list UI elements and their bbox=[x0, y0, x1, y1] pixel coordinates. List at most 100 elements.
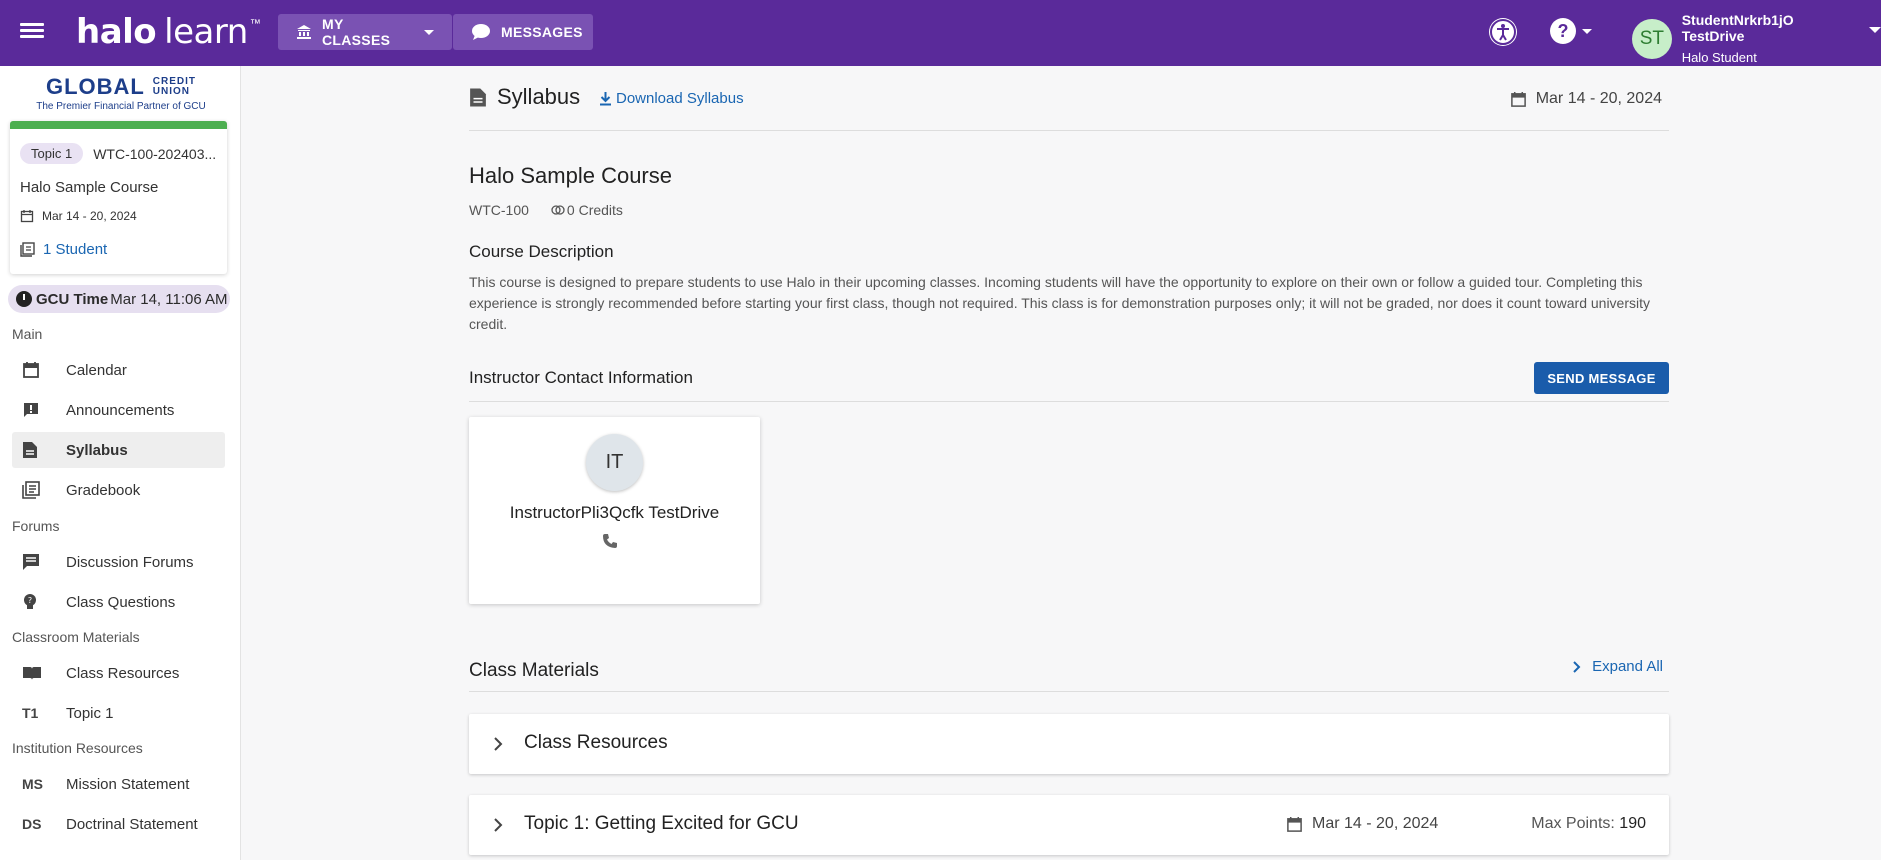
credits-icon bbox=[551, 205, 565, 215]
my-classes-button[interactable]: MY CLASSES bbox=[278, 14, 452, 50]
accessibility-icon[interactable] bbox=[1489, 18, 1517, 46]
menu-icon[interactable] bbox=[20, 20, 44, 44]
doctrinal-abbr: DS bbox=[22, 816, 42, 832]
class-materials-header: Class Materials Expand All bbox=[469, 656, 1669, 692]
institution-icon bbox=[296, 24, 312, 40]
instructor-heading: Instructor Contact Information bbox=[469, 368, 693, 387]
section-main: Main bbox=[12, 326, 43, 342]
sidebar-item-mission-statement[interactable]: MS Mission Statement bbox=[12, 766, 225, 802]
sidebar-item-partial[interactable] bbox=[12, 846, 225, 860]
topic-chip: Topic 1 bbox=[20, 143, 84, 164]
mission-abbr: MS bbox=[22, 776, 43, 792]
sidebar-item-topic-1[interactable]: T1 Topic 1 bbox=[12, 695, 225, 731]
help-icon: ? bbox=[1550, 18, 1576, 44]
course-code: WTC-100-202403... bbox=[93, 145, 217, 162]
user-role: Halo Student bbox=[1681, 50, 1757, 65]
gcu-time-badge: GCU Time Mar 14, 11:06 AM bbox=[8, 285, 230, 313]
logo-learn-text: learn bbox=[164, 12, 248, 52]
section-institution-resources: Institution Resources bbox=[12, 740, 143, 756]
course-description: This course is designed to prepare stude… bbox=[469, 274, 1650, 332]
book-icon bbox=[23, 667, 41, 680]
instructor-card: IT InstructorPli3Qcfk TestDrive bbox=[469, 417, 760, 604]
accordion-dates: Mar 14 - 20, 2024 bbox=[1286, 815, 1438, 833]
accordion-topic-1[interactable]: Topic 1: Getting Excited for GCU Mar 14 … bbox=[469, 795, 1669, 855]
calendar-icon bbox=[20, 210, 34, 223]
user-name: StudentNrkrb1jO TestDrive bbox=[1681, 12, 1794, 44]
sidebar-item-gradebook[interactable]: Gradebook bbox=[12, 472, 225, 508]
chevron-down-icon bbox=[424, 29, 434, 35]
sidebar-item-syllabus[interactable]: Syllabus bbox=[12, 432, 225, 468]
expand-all-button[interactable]: Expand All bbox=[1572, 658, 1663, 675]
accordion-title: Topic 1: Getting Excited for GCU bbox=[524, 813, 799, 834]
gradebook-icon bbox=[22, 481, 40, 499]
user-menu[interactable]: ST StudentNrkrb1jO TestDrive Halo Studen… bbox=[1632, 12, 1881, 65]
sidebar-item-calendar[interactable]: Calendar bbox=[12, 352, 225, 388]
announcement-icon bbox=[24, 403, 38, 417]
partner-logo[interactable]: GLOBAL CREDIT UNION The Premier Financial… bbox=[12, 74, 230, 116]
max-points-value: 190 bbox=[1619, 815, 1646, 832]
roster-icon bbox=[20, 242, 35, 257]
course-description-heading: Course Description bbox=[469, 242, 614, 261]
download-icon bbox=[600, 92, 611, 106]
gcu-time-label: GCU Time bbox=[36, 290, 109, 308]
document-icon bbox=[23, 442, 37, 458]
top-navigation-bar: halo learn ™ MY CLASSES MESSAGES ? ST St… bbox=[0, 0, 1881, 66]
max-points: Max Points: 190 bbox=[1531, 815, 1646, 833]
partner-logo-sub: CREDIT UNION bbox=[152, 76, 196, 97]
calendar-icon bbox=[1287, 816, 1302, 832]
forum-icon bbox=[23, 554, 39, 570]
logo-halo-text: halo bbox=[76, 12, 157, 52]
calendar-icon bbox=[23, 362, 39, 378]
send-message-button[interactable]: SEND MESSAGE bbox=[1534, 362, 1669, 394]
calendar-icon bbox=[1510, 91, 1526, 107]
sidebar-item-discussion-forums[interactable]: Discussion Forums bbox=[12, 544, 225, 580]
document-icon bbox=[470, 88, 486, 106]
avatar: ST bbox=[1632, 18, 1672, 59]
sidebar-item-class-questions[interactable]: ? Class Questions bbox=[12, 584, 225, 620]
chevron-right-icon bbox=[494, 818, 503, 832]
my-classes-label: MY CLASSES bbox=[322, 16, 391, 48]
chat-bubble-icon bbox=[471, 23, 491, 41]
sidebar-item-class-resources[interactable]: Class Resources bbox=[12, 655, 225, 691]
course-credits: 0 Credits bbox=[551, 202, 623, 218]
course-title: Halo Sample Course bbox=[469, 163, 672, 188]
topic-abbr: T1 bbox=[22, 705, 39, 721]
lightbulb-question-icon: ? bbox=[24, 594, 36, 609]
partner-logo-tagline: The Premier Financial Partner of GCU bbox=[36, 101, 206, 112]
section-classroom-materials: Classroom Materials bbox=[12, 629, 140, 645]
accordion-class-resources[interactable]: Class Resources bbox=[469, 714, 1669, 774]
course-code: WTC-100 bbox=[469, 202, 529, 218]
max-points-label: Max Points: bbox=[1531, 815, 1615, 832]
messages-button[interactable]: MESSAGES bbox=[453, 14, 593, 50]
syllabus-header: Syllabus Download Syllabus Mar 14 - 20, … bbox=[469, 66, 1669, 131]
course-name: Halo Sample Course bbox=[20, 179, 159, 196]
syllabus-date-range: Mar 14 - 20, 2024 bbox=[1510, 90, 1662, 108]
svg-text:?: ? bbox=[28, 596, 32, 605]
chevron-right-icon bbox=[1573, 660, 1581, 673]
halo-learn-logo[interactable]: halo learn ™ bbox=[76, 12, 261, 52]
info-icon bbox=[22, 855, 30, 860]
sidebar: GLOBAL CREDIT UNION The Premier Financial… bbox=[0, 66, 241, 860]
course-meta: WTC-100 0 Credits bbox=[469, 202, 623, 218]
page-title: Syllabus bbox=[469, 84, 580, 110]
student-count-link[interactable]: 1 Student bbox=[20, 241, 107, 258]
phone-icon[interactable] bbox=[602, 533, 618, 552]
chevron-down-icon bbox=[1582, 28, 1592, 34]
instructor-contact-header: Instructor Contact Information SEND MESS… bbox=[469, 362, 1669, 402]
course-dates: Mar 14 - 20, 2024 bbox=[20, 209, 137, 223]
instructor-avatar: IT bbox=[586, 434, 643, 491]
messages-label: MESSAGES bbox=[501, 24, 583, 40]
class-materials-heading: Class Materials bbox=[469, 660, 599, 681]
instructor-name: InstructorPli3Qcfk TestDrive bbox=[509, 503, 720, 522]
chevron-down-icon bbox=[1869, 26, 1881, 33]
gcu-time-value: Mar 14, 11:06 AM bbox=[110, 290, 228, 308]
sidebar-item-doctrinal-statement[interactable]: DS Doctrinal Statement bbox=[12, 806, 225, 842]
accordion-title: Class Resources bbox=[524, 732, 668, 753]
course-card[interactable]: Topic 1 WTC-100-202403... Halo Sample Co… bbox=[10, 121, 227, 274]
chevron-right-icon bbox=[494, 737, 503, 751]
partner-logo-main: GLOBAL bbox=[45, 74, 145, 99]
help-menu[interactable]: ? bbox=[1550, 18, 1592, 44]
logo-trademark: ™ bbox=[249, 18, 261, 30]
download-syllabus-link[interactable]: Download Syllabus bbox=[599, 90, 744, 107]
sidebar-item-announcements[interactable]: Announcements bbox=[12, 392, 225, 428]
